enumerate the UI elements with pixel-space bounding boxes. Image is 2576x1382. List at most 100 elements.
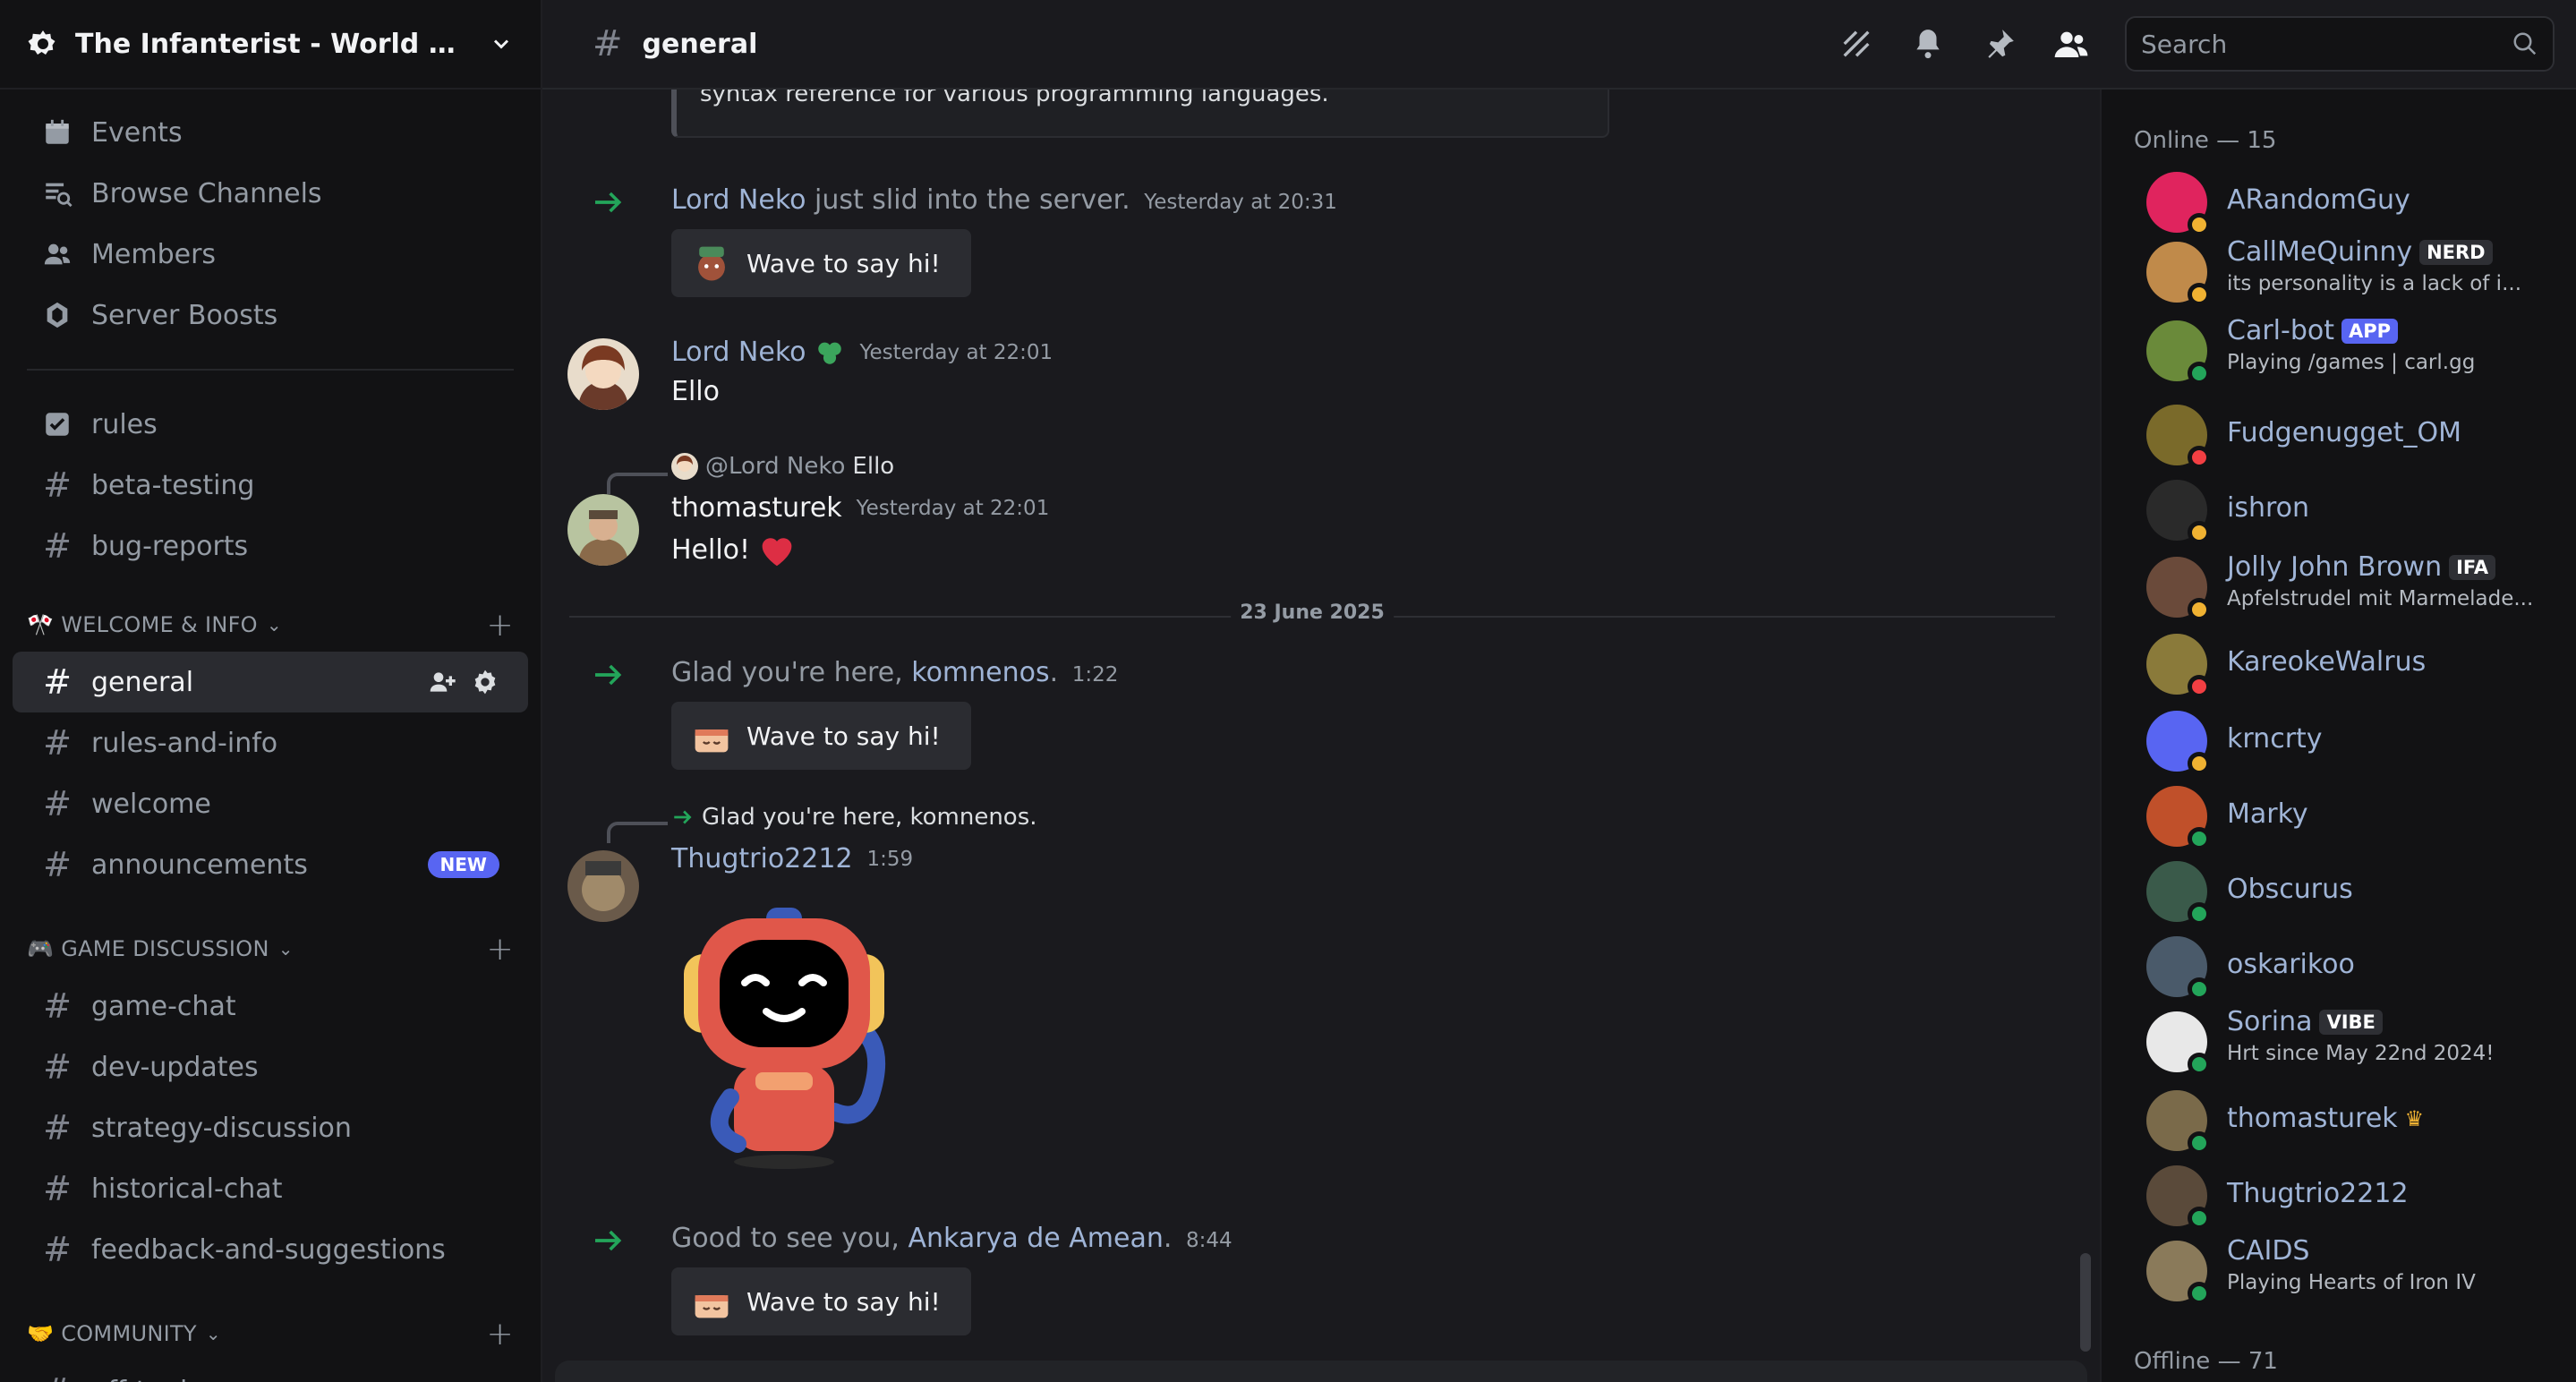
member-name-text: krncrty bbox=[2227, 723, 2323, 755]
join-username[interactable]: komnenos bbox=[911, 657, 1049, 688]
join-line: Glad you're here, komnenos. 1:22 bbox=[671, 657, 1118, 688]
status-dnd-icon bbox=[2188, 446, 2211, 469]
status-online-icon bbox=[2188, 1131, 2211, 1155]
message-scrollbar[interactable] bbox=[2080, 1253, 2091, 1352]
wave-button[interactable]: Wave to say hi! bbox=[671, 229, 971, 297]
reply-connector bbox=[607, 822, 668, 843]
channel-historical-chat[interactable]: # historical-chat bbox=[13, 1158, 528, 1219]
channel-label: general bbox=[91, 666, 194, 698]
member-name: Carl-bot APP bbox=[2227, 315, 2399, 346]
member-name-text: CallMeQuinny bbox=[2227, 236, 2413, 268]
wave-sticker-icon bbox=[695, 729, 729, 753]
member-row[interactable]: Marky bbox=[2102, 786, 2576, 863]
member-list-icon[interactable] bbox=[2053, 26, 2089, 62]
channel-announcements[interactable]: # announcements NEW bbox=[13, 834, 528, 895]
member-row[interactable]: KareokeWalrus bbox=[2102, 634, 2576, 711]
channel-rules[interactable]: rules bbox=[13, 394, 528, 455]
join-username[interactable]: Lord Neko bbox=[671, 184, 806, 216]
member-row[interactable]: Jolly John Brown IFA Apfelstrudel mit Marm… bbox=[2102, 551, 2576, 634]
member-name: CallMeQuinny NERD bbox=[2227, 236, 2493, 268]
settings-gear-icon[interactable] bbox=[471, 668, 499, 696]
join-username[interactable]: Ankarya de Amean bbox=[908, 1223, 1163, 1254]
join-text-end: . bbox=[1049, 657, 1059, 688]
avatar[interactable] bbox=[567, 850, 639, 922]
nav-browse-channels[interactable]: Browse Channels bbox=[13, 163, 528, 224]
server-gear-icon bbox=[28, 30, 55, 55]
channel-dev-updates[interactable]: # dev-updates bbox=[13, 1036, 528, 1097]
nav-members[interactable]: Members bbox=[13, 224, 528, 285]
pin-icon[interactable] bbox=[1982, 26, 2017, 62]
author-name[interactable]: Thugtrio2212 bbox=[671, 843, 853, 874]
reply-preview[interactable]: @Lord Neko Ello bbox=[671, 453, 894, 480]
category-community[interactable]: 🤝 COMMUNITY ⌄ + bbox=[0, 1307, 541, 1361]
member-name-text: Carl-bot bbox=[2227, 315, 2334, 346]
channel-label: feedback-and-suggestions bbox=[91, 1233, 446, 1266]
add-channel-button[interactable]: + bbox=[487, 931, 514, 968]
channel-strategy-discussion[interactable]: # strategy-discussion bbox=[13, 1097, 528, 1158]
member-avatar bbox=[2146, 711, 2211, 775]
channel-label: beta-testing bbox=[91, 469, 255, 501]
server-header[interactable]: The Infanterist - World War 1 G... bbox=[0, 0, 541, 90]
member-row[interactable]: krncrty bbox=[2102, 711, 2576, 788]
search-input[interactable] bbox=[2141, 29, 2512, 59]
avatar[interactable] bbox=[567, 338, 639, 410]
avatar[interactable] bbox=[567, 494, 639, 566]
channel-header: # general bbox=[542, 0, 2576, 90]
member-row[interactable]: CallMeQuinny NERD its personality is a lac… bbox=[2102, 236, 2576, 319]
channel-game-chat[interactable]: # game-chat bbox=[13, 976, 528, 1036]
browse-channels-icon bbox=[41, 177, 73, 209]
wave-label: Wave to say hi! bbox=[746, 1286, 941, 1317]
threads-icon[interactable] bbox=[1838, 26, 1874, 62]
reply-preview[interactable]: Glad you're here, komnenos. bbox=[671, 804, 1037, 831]
member-name: krncrty bbox=[2227, 723, 2323, 755]
member-row[interactable]: CAIDS Playing Hearts of Iron IV bbox=[2102, 1235, 2576, 1318]
channel-feedback-and-suggestions[interactable]: # feedback-and-suggestions bbox=[13, 1219, 528, 1280]
member-row[interactable]: Carl-bot APP Playing /games | carl.gg bbox=[2102, 315, 2576, 397]
wave-button[interactable]: Wave to say hi! bbox=[671, 1267, 971, 1335]
member-row[interactable]: thomasturek ♛ bbox=[2102, 1090, 2576, 1167]
nav-server-boosts[interactable]: Server Boosts bbox=[13, 285, 528, 346]
add-channel-button[interactable]: + bbox=[487, 1316, 514, 1352]
message-author[interactable]: Thugtrio2212 1:59 bbox=[671, 843, 913, 874]
member-row[interactable]: Thugtrio2212 bbox=[2102, 1165, 2576, 1242]
channel-off-topic[interactable]: # off-topic bbox=[13, 1361, 528, 1382]
member-row[interactable]: Fudgenugget_OM bbox=[2102, 405, 2576, 482]
channel-welcome[interactable]: # welcome bbox=[13, 773, 528, 834]
message-author[interactable]: Lord Neko Yesterday at 22:01 bbox=[671, 337, 1053, 368]
channel-label: off-topic bbox=[91, 1376, 202, 1382]
reply-mention[interactable]: @Lord Neko bbox=[705, 453, 845, 480]
author-name[interactable]: thomasturek bbox=[671, 492, 842, 524]
member-row[interactable]: oskarikoo bbox=[2102, 936, 2576, 1013]
message-composer[interactable] bbox=[555, 1361, 2087, 1382]
channel-rules-and-info[interactable]: # rules-and-info bbox=[13, 712, 528, 773]
channel-bug-reports[interactable]: # bug-reports bbox=[13, 516, 528, 576]
nav-events[interactable]: Events bbox=[13, 102, 528, 163]
channel-beta-testing[interactable]: # beta-testing bbox=[13, 455, 528, 516]
member-row[interactable]: Sorina VIBE Hrt since May 22nd 2024! bbox=[2102, 1006, 2576, 1088]
add-channel-button[interactable]: + bbox=[487, 607, 514, 644]
category-game-discussion[interactable]: 🎮 GAME DISCUSSION ⌄ + bbox=[0, 922, 541, 976]
chevron-down-icon bbox=[493, 39, 509, 49]
chevron-down-icon: ⌄ bbox=[205, 1323, 221, 1344]
member-row[interactable]: ishron bbox=[2102, 480, 2576, 557]
reply-text: Ello bbox=[852, 453, 895, 480]
channel-label: rules-and-info bbox=[91, 727, 278, 759]
notification-bell-icon[interactable] bbox=[1910, 26, 1946, 62]
wave-button[interactable]: Wave to say hi! bbox=[671, 702, 971, 770]
member-avatar bbox=[2146, 242, 2211, 306]
robot-wave-sticker[interactable] bbox=[677, 900, 927, 1169]
message-author[interactable]: thomasturek Yesterday at 22:01 bbox=[671, 492, 1049, 524]
member-avatar bbox=[2146, 480, 2211, 544]
member-row[interactable]: Obscurus bbox=[2102, 861, 2576, 938]
hash-icon: # bbox=[43, 723, 72, 763]
search-box[interactable] bbox=[2125, 16, 2555, 72]
invite-icon[interactable] bbox=[428, 668, 456, 696]
category-welcome-info[interactable]: 🎌 WELCOME & INFO ⌄ + bbox=[0, 598, 541, 652]
member-name: Marky bbox=[2227, 798, 2308, 830]
channel-general[interactable]: # general bbox=[13, 652, 528, 712]
hash-icon: # bbox=[43, 526, 72, 566]
author-name[interactable]: Lord Neko bbox=[671, 337, 806, 368]
flag-emoji-icon: 🎌 bbox=[27, 612, 55, 637]
member-activity: its personality is a lack of i... bbox=[2227, 272, 2521, 295]
join-line: Lord Neko just slid into the server. Yes… bbox=[671, 184, 1337, 216]
